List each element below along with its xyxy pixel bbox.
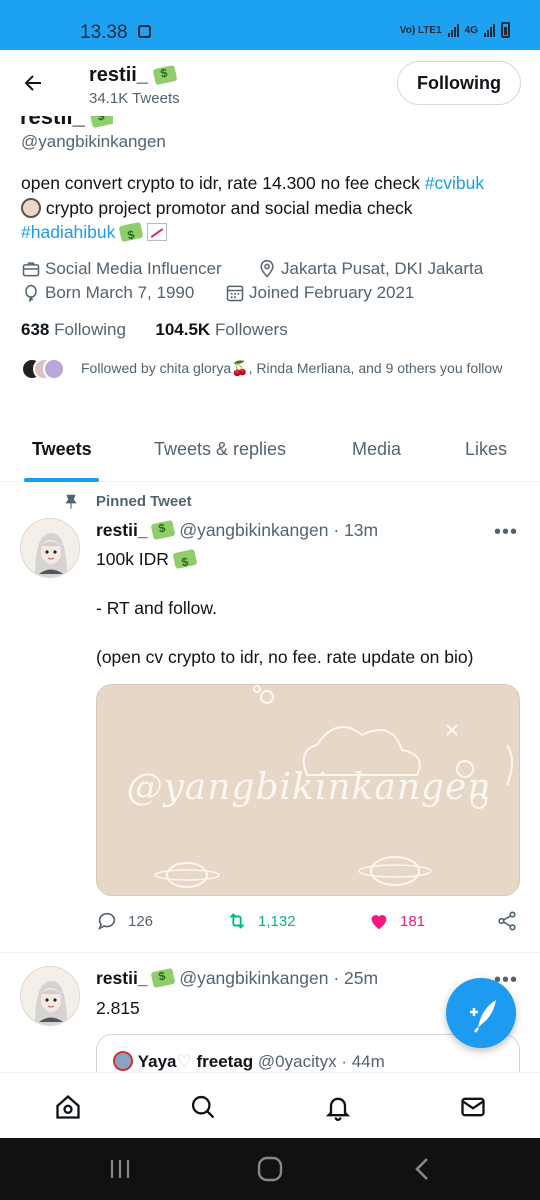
following-count-link[interactable]: 638 Following [21,320,126,339]
media-watermark-text: @yangbikinkangen [126,767,492,808]
profile-category: Social Media Influencer [21,259,222,279]
bottom-navigation [0,1072,540,1138]
money-emoji-icon [151,967,176,989]
battery-icon [501,22,510,38]
hijab-girl-avatar-icon [35,981,67,1025]
header-tweet-count: 34.1K Tweets [89,90,180,107]
tweet-actions: 126 1,132 181 [0,910,540,940]
recent-apps-icon[interactable] [108,1158,132,1180]
tab-tweets-replies[interactable]: Tweets & replies [154,439,286,460]
tweet-avatar[interactable] [20,518,80,578]
tweet-text: (open cv crypto to idr, no fee. rate upd… [96,647,474,667]
mail-icon[interactable] [459,1093,487,1121]
following-button[interactable]: Following [397,61,521,105]
tab-media[interactable]: Media [352,439,401,460]
active-tab-indicator [24,478,99,482]
profile-bio: open convert crypto to idr, rate 14.300 … [21,171,526,245]
status-bar: 13.38 Vo) LTE1 4G [0,0,540,50]
white-heart-emoji-icon: ♡ [176,1052,192,1071]
volte-label: Vo) LTE1 [399,24,442,36]
share-icon [498,911,516,931]
profile-birthday: Born March 7, 1990 [21,283,194,303]
chart-emoji-icon [147,223,168,241]
profile-header-bar: restii_ 34.1K Tweets Following [0,50,540,116]
profile-location: Jakarta Pusat, DKI Jakarta [257,259,483,279]
tweet-more-button[interactable]: ••• [494,521,518,544]
tweet-text: 100k IDR [96,547,198,571]
followed-by-avatars[interactable] [21,358,65,382]
reply-button[interactable]: 126 [96,910,153,932]
pin-icon [65,494,77,509]
pinned-tweet-label: Pinned Tweet [96,493,192,510]
person-laptop-emoji-icon [21,197,41,218]
back-nav-icon[interactable] [412,1156,432,1182]
back-button[interactable] [18,68,48,98]
money-emoji-icon [152,64,177,86]
system-navigation-bar [0,1138,540,1200]
profile-tabs: Tweets Tweets & replies Media Likes [0,424,540,482]
tweet-media-image[interactable]: @yangbikinkangen [96,684,520,896]
share-button[interactable] [496,910,518,932]
hijab-girl-avatar-icon [35,533,67,577]
balloon-icon [25,284,37,302]
header-name: restii_ [89,64,177,87]
retweet-icon [229,913,245,929]
compose-feather-icon [470,1000,496,1033]
tab-likes[interactable]: Likes [465,439,507,460]
bell-icon[interactable] [324,1093,352,1121]
money-emoji-icon [118,221,144,243]
money-emoji-icon [172,548,198,570]
app-notification-icon [138,25,151,38]
network-indicators: Vo) LTE1 4G [400,22,510,38]
location-pin-icon [260,259,274,278]
network-type-label: 4G [464,24,478,36]
home-button-icon[interactable] [257,1156,283,1182]
tweet-avatar[interactable] [20,966,80,1026]
followed-by-text[interactable]: Followed by chita glorya🍒, Rinda Merlian… [81,358,521,378]
tweet-text: 2.815 [96,998,140,1018]
reply-icon [98,912,116,931]
home-icon[interactable] [54,1093,82,1121]
tweet-header: restii_ @yangbikinkangen · 13m [96,519,378,541]
quote-avatar [113,1051,133,1071]
briefcase-icon [22,262,40,277]
avatar [43,358,65,380]
signal-icon-2 [484,23,495,37]
arrow-left-icon [24,75,41,91]
hashtag-link[interactable]: #cvibuk [425,173,484,193]
followers-count-link[interactable]: 104.5K Followers [155,320,287,339]
quoted-tweet-header: Yaya♡ freetag @0yacityx · 44m [113,1051,385,1072]
like-button[interactable]: 181 [368,910,425,932]
signal-icon [447,23,459,37]
status-time: 13.38 [80,22,128,43]
tweet-text: - RT and follow. [96,598,217,618]
hashtag-link[interactable]: #hadiahibuk [21,222,115,242]
tweet-header: restii_ @yangbikinkangen · 25m [96,967,378,989]
money-emoji-icon [151,519,176,541]
retweet-button[interactable]: 1,132 [226,910,296,932]
heart-icon [371,915,387,930]
tweet-divider [0,952,540,953]
profile-joined: Joined February 2021 [225,283,414,303]
calendar-icon [226,285,244,302]
search-icon[interactable] [189,1093,217,1121]
follow-counts: 638 Following 104.5K Followers [21,320,288,340]
profile-handle: @yangbikinkangen [21,132,166,151]
tab-tweets[interactable]: Tweets [32,439,92,460]
compose-tweet-button[interactable] [446,978,516,1048]
